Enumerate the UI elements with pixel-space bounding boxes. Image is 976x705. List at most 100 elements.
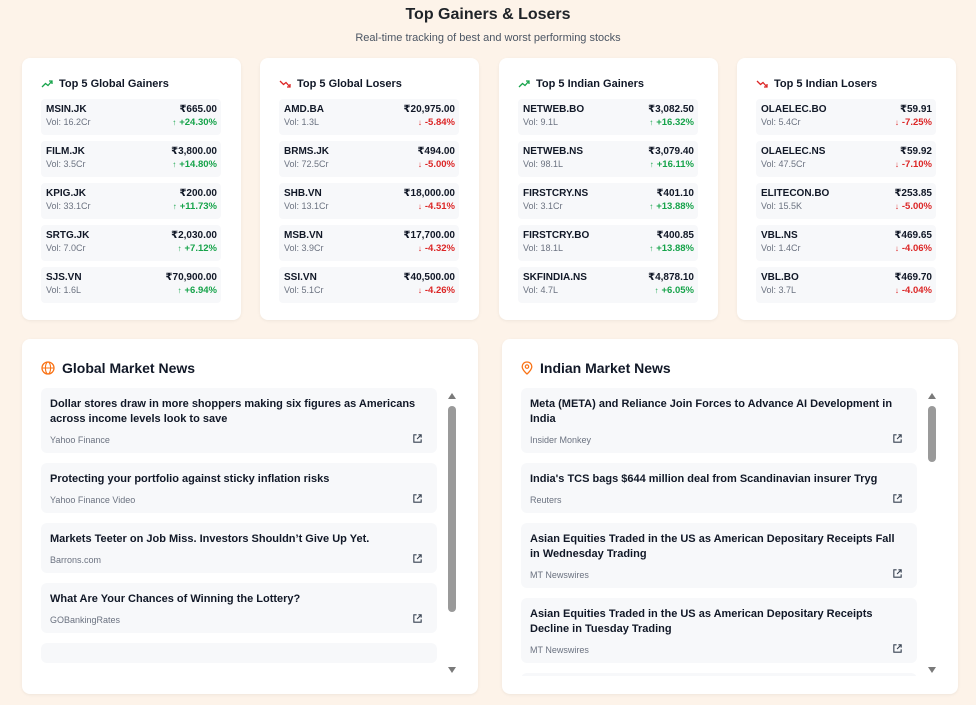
stock-row[interactable]: BRMS.JK Vol: 72.5Cr ₹494.00 ↓ -5.00%	[279, 141, 459, 177]
news-headline[interactable]: India's TCS bags $644 million deal from …	[530, 472, 908, 487]
stock-change: ↑ +13.88%	[649, 201, 694, 212]
arrow-down-icon: ↓	[417, 244, 422, 253]
stock-change: ↑ +7.12%	[178, 243, 218, 254]
news-item[interactable]: What Are Your Chances of Winning the Lot…	[41, 583, 437, 633]
news-headline[interactable]: Protecting your portfolio against sticky…	[50, 472, 428, 487]
external-link-icon[interactable]	[892, 493, 903, 504]
stock-price: ₹200.00	[179, 188, 217, 199]
stock-price: ₹4,878.10	[648, 272, 694, 283]
card-title: Top 5 Indian Gainers	[518, 78, 644, 90]
stock-price: ₹40,500.00	[403, 272, 455, 283]
news-item[interactable]: India's TCS bags $644 million deal from …	[521, 463, 917, 513]
stock-row[interactable]: FILM.JK Vol: 3.5Cr ₹3,800.00 ↑ +14.80%	[41, 141, 221, 177]
stock-change-value: -5.00%	[424, 159, 455, 170]
news-item-partial[interactable]	[41, 643, 437, 663]
scroll-thumb[interactable]	[448, 406, 456, 612]
stock-price: ₹18,000.00	[403, 188, 455, 199]
external-link-icon[interactable]	[412, 553, 423, 564]
stock-row[interactable]: ELITECON.BO Vol: 15.5K ₹253.85 ↓ -5.00%	[756, 183, 936, 219]
stock-row[interactable]: NETWEB.BO Vol: 9.1L ₹3,082.50 ↑ +16.32%	[518, 99, 698, 135]
stock-symbol: VBL.BO	[761, 272, 799, 283]
indian-news-heading: Indian Market News	[521, 360, 671, 376]
news-item-partial[interactable]	[521, 673, 917, 676]
stock-row[interactable]: SKFINDIA.NS Vol: 4.7L ₹4,878.10 ↑ +6.05%	[518, 267, 698, 303]
stock-symbol: OLAELEC.BO	[761, 104, 827, 115]
stock-symbol: FIRSTCRY.NS	[523, 188, 589, 199]
global-news-list[interactable]: Dollar stores draw in more shoppers maki…	[41, 388, 437, 676]
stock-change-value: -5.00%	[901, 201, 932, 212]
indian-news-panel: Indian Market News Meta (META) and Relia…	[502, 339, 958, 694]
arrow-down-icon: ↓	[894, 118, 899, 127]
stock-change-value: +14.80%	[179, 159, 217, 170]
arrow-up-icon: ↑	[649, 202, 654, 211]
stock-row[interactable]: SJS.VN Vol: 1.6L ₹70,900.00 ↑ +6.94%	[41, 267, 221, 303]
global-news-scrollbar[interactable]	[448, 393, 456, 673]
indian-news-list[interactable]: Meta (META) and Reliance Join Forces to …	[521, 388, 917, 676]
external-link-icon[interactable]	[892, 568, 903, 579]
stock-row[interactable]: MSIN.JK Vol: 16.2Cr ₹665.00 ↑ +24.30%	[41, 99, 221, 135]
scroll-down-arrow[interactable]	[928, 667, 936, 673]
arrow-up-icon: ↑	[177, 286, 182, 295]
stock-change-value: -4.06%	[901, 243, 932, 254]
scroll-up-arrow[interactable]	[928, 393, 936, 399]
stock-change: ↓ -7.10%	[895, 159, 932, 170]
stock-row[interactable]: NETWEB.NS Vol: 98.1L ₹3,079.40 ↑ +16.11%	[518, 141, 698, 177]
stock-change-value: +6.05%	[661, 285, 695, 296]
news-item[interactable]: Dollar stores draw in more shoppers maki…	[41, 388, 437, 453]
stock-row[interactable]: SSI.VN Vol: 5.1Cr ₹40,500.00 ↓ -4.26%	[279, 267, 459, 303]
stock-row[interactable]: OLAELEC.BO Vol: 5.4Cr ₹59.91 ↓ -7.25%	[756, 99, 936, 135]
stock-change-value: -4.32%	[424, 243, 455, 254]
stock-volume: Vol: 13.1Cr	[284, 201, 329, 211]
stock-change: ↓ -5.84%	[418, 117, 455, 128]
stock-row[interactable]: VBL.NS Vol: 1.4Cr ₹469.65 ↓ -4.06%	[756, 225, 936, 261]
news-item[interactable]: Asian Equities Traded in the US as Ameri…	[521, 598, 917, 663]
stock-row[interactable]: VBL.BO Vol: 3.7L ₹469.70 ↓ -4.04%	[756, 267, 936, 303]
stock-change-value: -4.51%	[424, 201, 455, 212]
stock-change-value: +13.88%	[656, 243, 694, 254]
stock-change: ↑ +13.88%	[649, 243, 694, 254]
news-headline[interactable]: What Are Your Chances of Winning the Lot…	[50, 592, 428, 607]
stock-volume: Vol: 7.0Cr	[46, 243, 86, 253]
news-headline[interactable]: Markets Teeter on Job Miss. Investors Sh…	[50, 532, 428, 547]
indian-news-scrollbar[interactable]	[928, 393, 936, 673]
stock-list: AMD.BA Vol: 1.3L ₹20,975.00 ↓ -5.84% BRMS.JK V…	[279, 99, 459, 309]
stock-price: ₹2,030.00	[171, 230, 217, 241]
external-link-icon[interactable]	[412, 613, 423, 624]
scroll-up-arrow[interactable]	[448, 393, 456, 399]
news-headline[interactable]: Dollar stores draw in more shoppers maki…	[50, 397, 428, 427]
stock-symbol: MSB.VN	[284, 230, 323, 241]
news-headline[interactable]: Meta (META) and Reliance Join Forces to …	[530, 397, 908, 427]
stock-volume: Vol: 3.9Cr	[284, 243, 324, 253]
stock-row[interactable]: OLAELEC.NS Vol: 47.5Cr ₹59.92 ↓ -7.10%	[756, 141, 936, 177]
stock-row[interactable]: SRTG.JK Vol: 7.0Cr ₹2,030.00 ↑ +7.12%	[41, 225, 221, 261]
card-title: Top 5 Indian Losers	[756, 78, 877, 90]
stock-row[interactable]: SHB.VN Vol: 13.1Cr ₹18,000.00 ↓ -4.51%	[279, 183, 459, 219]
stock-row[interactable]: MSB.VN Vol: 3.9Cr ₹17,700.00 ↓ -4.32%	[279, 225, 459, 261]
external-link-icon[interactable]	[892, 643, 903, 654]
news-item[interactable]: Protecting your portfolio against sticky…	[41, 463, 437, 513]
news-item[interactable]: Asian Equities Traded in the US as Ameri…	[521, 523, 917, 588]
stock-price: ₹494.00	[417, 146, 455, 157]
arrow-up-icon: ↑	[172, 202, 177, 211]
stock-change: ↓ -4.32%	[418, 243, 455, 254]
scroll-thumb[interactable]	[928, 406, 936, 462]
external-link-icon[interactable]	[412, 433, 423, 444]
news-headline[interactable]: Asian Equities Traded in the US as Ameri…	[530, 532, 908, 562]
scroll-down-arrow[interactable]	[448, 667, 456, 673]
stock-change: ↑ +16.32%	[649, 117, 694, 128]
stock-change-value: -5.84%	[424, 117, 455, 128]
external-link-icon[interactable]	[892, 433, 903, 444]
stock-row[interactable]: KPIG.JK Vol: 33.1Cr ₹200.00 ↑ +11.73%	[41, 183, 221, 219]
stock-symbol: SRTG.JK	[46, 230, 90, 241]
stock-volume: Vol: 1.6L	[46, 285, 82, 295]
stock-row[interactable]: FIRSTCRY.NS Vol: 3.1Cr ₹401.10 ↑ +13.88%	[518, 183, 698, 219]
external-link-icon[interactable]	[412, 493, 423, 504]
news-item[interactable]: Markets Teeter on Job Miss. Investors Sh…	[41, 523, 437, 573]
stock-price: ₹59.91	[900, 104, 932, 115]
arrow-up-icon: ↑	[172, 118, 177, 127]
stock-row[interactable]: FIRSTCRY.BO Vol: 18.1L ₹400.85 ↑ +13.88%	[518, 225, 698, 261]
news-headline[interactable]: Asian Equities Traded in the US as Ameri…	[530, 607, 908, 637]
news-item[interactable]: Meta (META) and Reliance Join Forces to …	[521, 388, 917, 453]
stock-row[interactable]: AMD.BA Vol: 1.3L ₹20,975.00 ↓ -5.84%	[279, 99, 459, 135]
card-title: Top 5 Global Gainers	[41, 78, 169, 90]
